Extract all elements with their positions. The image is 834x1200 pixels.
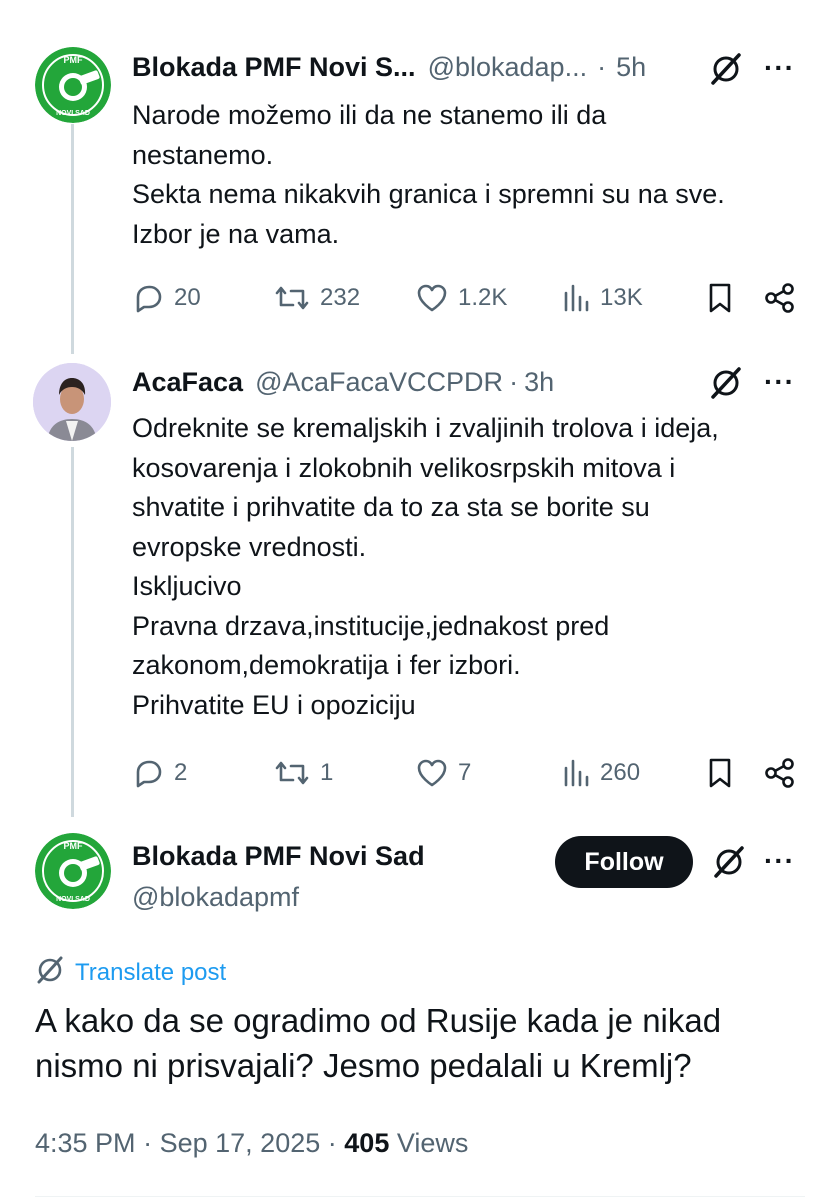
author-handle[interactable]: @blokadap... [428, 52, 588, 83]
views-icon [560, 281, 592, 315]
author-handle[interactable]: @blokadapmf [132, 882, 299, 913]
thread-line-1 [71, 124, 74, 354]
avatar-logo-subtext: NOVI SAD [56, 110, 90, 117]
like-icon [414, 281, 450, 315]
translate-post-link[interactable]: Translate post [35, 955, 226, 990]
views-count: 260 [600, 759, 641, 786]
translate-label[interactable]: Translate post [75, 959, 226, 987]
views-count: 13K [600, 284, 643, 311]
follow-button[interactable]: Follow [555, 836, 693, 888]
separator: · [597, 52, 607, 82]
avatar-blokada[interactable]: PMF NOVI SAD [35, 47, 111, 123]
like-count: 7 [458, 759, 472, 786]
repost-button[interactable]: 232 [272, 281, 360, 315]
post-date[interactable]: Sep 17, 2025 [160, 1128, 321, 1158]
bookmark-icon[interactable] [703, 281, 737, 320]
more-options-button[interactable]: ··· [764, 52, 795, 84]
like-button[interactable]: 7 [414, 756, 471, 790]
separator: · [143, 1128, 153, 1158]
views-label: Views [396, 1128, 469, 1158]
more-options-button[interactable]: ··· [764, 366, 795, 398]
tweet-text: Narode možemo ili da ne stanemo ili da n… [132, 100, 725, 249]
author-handle[interactable]: @AcaFacaVCCPDR [255, 367, 503, 398]
separator: · [509, 367, 519, 397]
author-name[interactable]: Blokada PMF Novi S... [132, 52, 416, 83]
post-text: A kako da se ogradimo od Rusije kada je … [35, 1002, 722, 1084]
author-name[interactable]: AcaFaca [132, 367, 243, 398]
grok-icon[interactable] [709, 52, 743, 91]
thread-line-2 [71, 447, 74, 817]
reply-button[interactable]: 2 [132, 756, 187, 790]
repost-icon [272, 281, 312, 315]
like-button[interactable]: 1.2K [414, 281, 507, 315]
repost-icon [272, 756, 312, 790]
reply-count: 2 [174, 759, 188, 786]
share-icon[interactable] [763, 756, 797, 795]
like-count: 1.2K [458, 284, 508, 311]
reply-icon [132, 756, 166, 790]
views-count: 405 [344, 1128, 390, 1158]
grok-icon[interactable] [709, 366, 743, 405]
post-time[interactable]: 4:35 PM [35, 1128, 136, 1158]
repost-count: 232 [320, 284, 361, 311]
share-icon[interactable] [763, 281, 797, 320]
grok-icon[interactable] [712, 845, 746, 884]
avatar-logo-text: PMF [64, 55, 84, 65]
tweet-text: Odreknite se kremaljskih i zvaljinih tro… [132, 413, 719, 720]
post-time[interactable]: 3h [524, 367, 554, 398]
reply-button[interactable]: 20 [132, 281, 201, 315]
bookmark-icon[interactable] [703, 756, 737, 795]
translate-icon [35, 955, 65, 990]
views-button[interactable]: 13K [560, 281, 643, 315]
post-time[interactable]: 5h [616, 52, 646, 83]
post-metadata: 4:35 PM · Sep 17, 2025 · 405 Views [35, 1128, 468, 1159]
avatar-logo-text: PMF [64, 841, 84, 851]
divider [35, 1196, 805, 1197]
avatar-blokada[interactable]: PMF NOVI SAD [35, 833, 111, 909]
reply-count: 20 [174, 284, 201, 311]
views-icon [560, 756, 592, 790]
repost-button[interactable]: 1 [272, 756, 333, 790]
avatar-acafaca[interactable] [33, 363, 111, 441]
views-button[interactable]: 260 [560, 756, 640, 790]
avatar-logo-subtext: NOVI SAD [56, 896, 90, 903]
reply-icon [132, 281, 166, 315]
separator: · [327, 1128, 337, 1158]
like-icon [414, 756, 450, 790]
more-options-button[interactable]: ··· [764, 845, 795, 877]
repost-count: 1 [320, 759, 334, 786]
author-name[interactable]: Blokada PMF Novi Sad [132, 841, 425, 872]
